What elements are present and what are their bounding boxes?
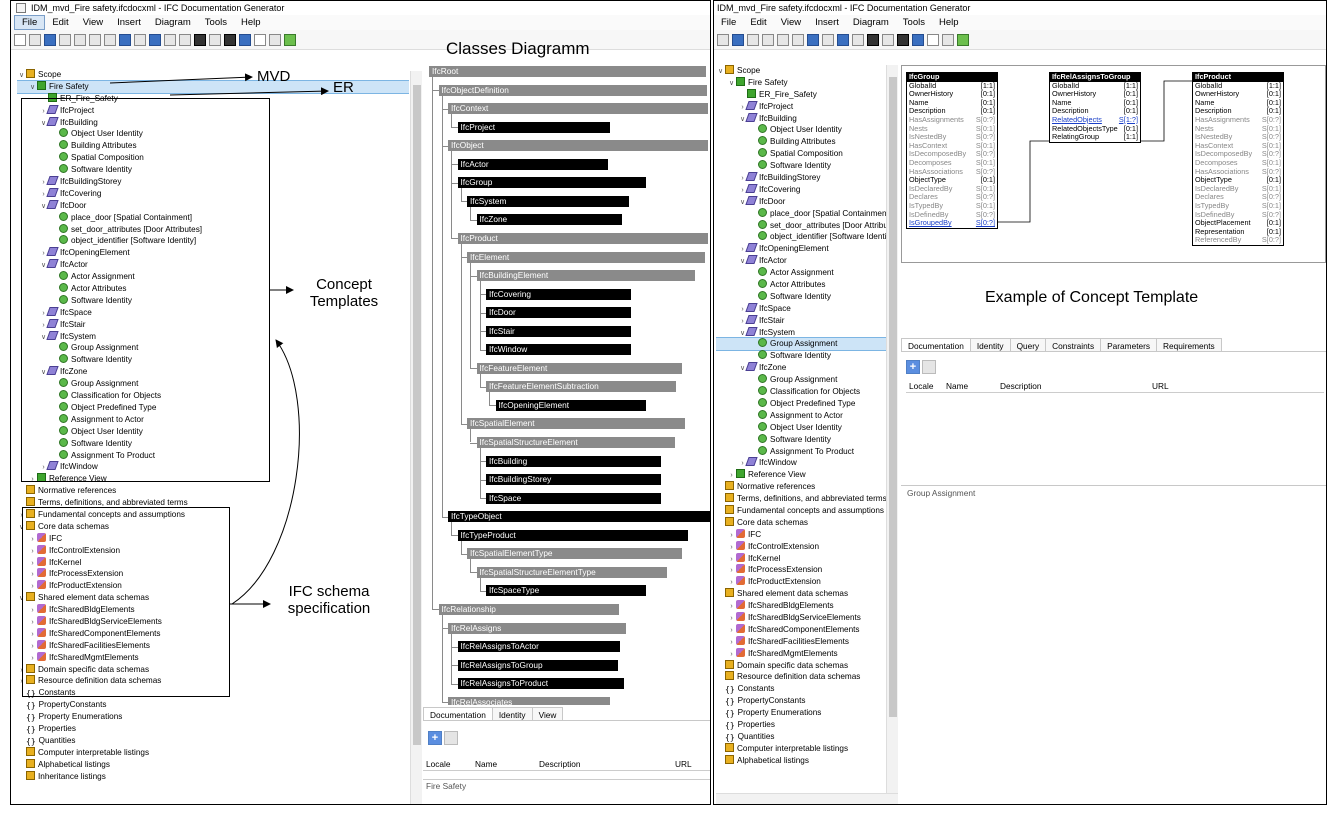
- annotation-arrows: [109, 73, 329, 608]
- arrow-to-er: [169, 87, 329, 96]
- arrow-curve-to-concepts: [231, 339, 300, 605]
- arrow-to-mvd: [109, 73, 253, 84]
